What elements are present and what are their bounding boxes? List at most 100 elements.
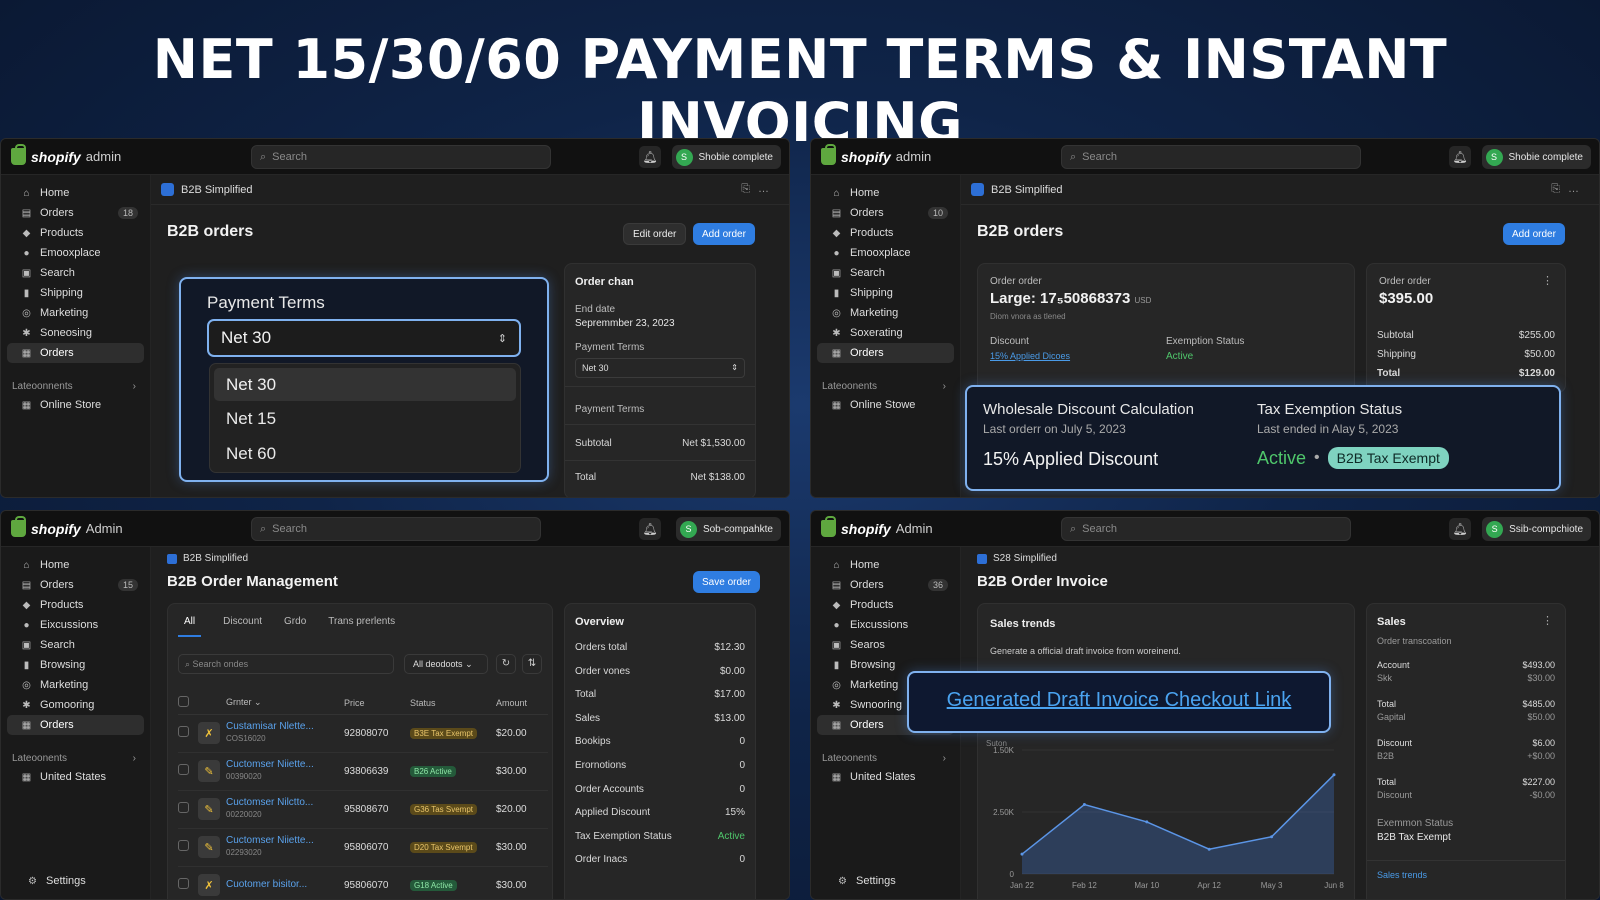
sidebar-item-search[interactable]: ▣ Search bbox=[7, 635, 144, 655]
sidebar-item-gomooring[interactable]: ✱ Gomooring bbox=[7, 695, 144, 715]
shopify-logo[interactable]: shopify admin bbox=[821, 144, 931, 165]
sidebar-item-products[interactable]: ◆ Products bbox=[817, 223, 954, 243]
sidebar-item-products[interactable]: ◆ Products bbox=[7, 595, 144, 615]
bell-icon[interactable]: 🔔︎ bbox=[639, 146, 661, 168]
sales-trends-link[interactable]: Sales trends bbox=[1377, 870, 1427, 880]
sidebar-item-eixcussions[interactable]: ● Eixcussions bbox=[7, 615, 144, 635]
customer-link[interactable]: Cuotomer bisitor... bbox=[226, 879, 344, 891]
sidebar-item-orders[interactable]: ▦ Orders bbox=[817, 343, 954, 363]
sidebar-item-emooxplace[interactable]: ● Emooxplace bbox=[817, 243, 954, 263]
sidebar-item-orders[interactable]: ▦ Orders bbox=[7, 343, 144, 363]
search-orders-input[interactable]: ⌕ Search ondes bbox=[178, 654, 394, 674]
edit-order-button[interactable]: Edit order bbox=[623, 223, 687, 245]
search-input[interactable]: ⌕ Search bbox=[1061, 145, 1361, 169]
search-input[interactable]: ⌕ Search bbox=[251, 145, 551, 169]
customer-link[interactable]: Cuctomser Niiette... 00390020 bbox=[226, 759, 344, 783]
sidebar-item-channel[interactable]: ▦ Online Store bbox=[7, 395, 144, 415]
kebab-menu-icon[interactable]: ⋮ bbox=[1542, 614, 1553, 627]
shopify-logo[interactable]: shopify Admin bbox=[11, 516, 123, 537]
sidebar-item-orders[interactable]: ▤ Orders 18 bbox=[7, 203, 144, 223]
dropdown-option[interactable]: Net 15 bbox=[214, 401, 516, 436]
column-header[interactable]: Price bbox=[344, 692, 410, 715]
settings-item[interactable]: ⚙ Settings bbox=[823, 871, 896, 891]
sidebar-item-products[interactable]: ◆ Products bbox=[817, 595, 954, 615]
payment-terms-select[interactable]: Net 30 ⇕ bbox=[207, 319, 521, 357]
settings-item[interactable]: ⚙ Settings bbox=[13, 871, 86, 891]
dropdown-option[interactable]: Net 60 bbox=[214, 436, 516, 471]
sidebar-item-marketing[interactable]: ◎ Marketing bbox=[7, 675, 144, 695]
sidebar-section-header[interactable]: Lateoonents › bbox=[811, 749, 960, 767]
column-header[interactable]: Status bbox=[410, 692, 496, 715]
sidebar-item-orders[interactable]: ▤ Orders 15 bbox=[7, 575, 144, 595]
sidebar-item-home[interactable]: ⌂ Home bbox=[7, 555, 144, 575]
discount-link[interactable]: 15% Applied Dicoes bbox=[990, 351, 1070, 361]
table-row[interactable]: ✎ Cuctomser Niiette... 02293020 95806070 D20… bbox=[178, 828, 548, 867]
table-row[interactable]: ✎ Cuctomser Nilctto... 00220020 95808670 G36… bbox=[178, 790, 548, 829]
store-menu[interactable]: S Shobie complete bbox=[671, 145, 781, 169]
sort-icon[interactable]: ⇅ bbox=[522, 654, 542, 674]
sidebar-item-search[interactable]: ▣ Search bbox=[817, 263, 954, 283]
sidebar-item-marketing[interactable]: ◎ Marketing bbox=[7, 303, 144, 323]
customer-link[interactable]: Custamisar Nlette... COS16020 bbox=[226, 721, 344, 745]
bell-icon[interactable]: 🔔︎ bbox=[1449, 518, 1471, 540]
add-order-button[interactable]: Add order bbox=[693, 223, 755, 245]
store-menu[interactable]: S Shobie complete bbox=[1481, 145, 1591, 169]
table-row[interactable]: ✎ Cuctomser Niiette... 00390020 93806639 B26… bbox=[178, 752, 548, 791]
sidebar-section-header[interactable]: Lateoonents › bbox=[811, 377, 960, 395]
sidebar-item-channel[interactable]: ▦ United Slates bbox=[817, 767, 954, 787]
row-checkbox[interactable] bbox=[178, 764, 189, 775]
sidebar-item-eixcussions[interactable]: ● Eixcussions bbox=[817, 615, 954, 635]
search-input[interactable]: ⌕ Search bbox=[1061, 517, 1351, 541]
sidebar-item-home[interactable]: ⌂ Home bbox=[7, 183, 144, 203]
shopify-logo[interactable]: shopify Admin bbox=[821, 516, 933, 537]
tab-grdo[interactable]: Grdo bbox=[284, 616, 306, 637]
sidebar-item-browsing[interactable]: ▮ Browsing bbox=[7, 655, 144, 675]
tab-all[interactable]: All bbox=[178, 616, 202, 637]
select-all-checkbox[interactable] bbox=[178, 696, 189, 708]
sidebar-section-header[interactable]: Lateoonnents › bbox=[1, 377, 150, 395]
kebab-menu-icon[interactable]: ⋮ bbox=[1542, 274, 1553, 287]
sidebar-section-header[interactable]: Lateoonents › bbox=[1, 749, 150, 767]
draft-invoice-checkout-link[interactable]: Generated Draft Invoice Checkout Link bbox=[909, 689, 1329, 712]
sidebar-item-orders[interactable]: ▦ Orders bbox=[7, 715, 144, 735]
more-actions-icon[interactable]: ⎘… bbox=[741, 183, 777, 196]
sidebar-item-shipping[interactable]: ▮ Shipping bbox=[817, 283, 954, 303]
row-checkbox[interactable] bbox=[178, 726, 189, 737]
shopify-logo[interactable]: shopify admin bbox=[11, 144, 121, 165]
column-header[interactable]: Amount bbox=[496, 692, 548, 715]
terms-select[interactable]: Net 30 ⇕ bbox=[575, 358, 745, 378]
sidebar-item-searos[interactable]: ▣ Searos bbox=[817, 635, 954, 655]
sidebar-item-emooxplace[interactable]: ● Emooxplace bbox=[7, 243, 144, 263]
search-input[interactable]: ⌕ Search bbox=[251, 517, 541, 541]
customer-link[interactable]: Cuctomser Niiette... 02293020 bbox=[226, 835, 344, 859]
sidebar-item-soxerating[interactable]: ✱ Soxerating bbox=[817, 323, 954, 343]
add-order-button[interactable]: Add order bbox=[1503, 223, 1565, 245]
sidebar-item-shipping[interactable]: ▮ Shipping bbox=[7, 283, 144, 303]
sidebar-item-home[interactable]: ⌂ Home bbox=[817, 555, 954, 575]
save-order-button[interactable]: Save order bbox=[693, 571, 760, 593]
sidebar-item-products[interactable]: ◆ Products bbox=[7, 223, 144, 243]
sidebar-item-soneosing[interactable]: ✱ Soneosing bbox=[7, 323, 144, 343]
filter-dropdown[interactable]: All deodoots ⌄ bbox=[404, 654, 488, 674]
dropdown-option[interactable]: Net 30 bbox=[214, 368, 516, 401]
sidebar-item-orders[interactable]: ▤ Orders 36 bbox=[817, 575, 954, 595]
table-row[interactable]: ✗ Custamisar Nlette... COS16020 92808070 B3E… bbox=[178, 714, 548, 753]
row-checkbox[interactable] bbox=[178, 878, 189, 889]
sidebar-item-marketing[interactable]: ◎ Marketing bbox=[817, 303, 954, 323]
tab-discount[interactable]: Discount bbox=[223, 616, 262, 637]
row-checkbox[interactable] bbox=[178, 840, 189, 851]
store-menu[interactable]: S Sob-compahkte bbox=[675, 517, 781, 541]
sidebar-item-search[interactable]: ▣ Search bbox=[7, 263, 144, 283]
more-actions-icon[interactable]: ⎘… bbox=[1551, 183, 1587, 196]
store-menu[interactable]: S Ssib-compchiote bbox=[1482, 517, 1591, 541]
refresh-icon[interactable]: ↻ bbox=[496, 654, 516, 674]
sidebar-item-orders[interactable]: ▤ Orders 10 bbox=[817, 203, 954, 223]
tab-trans[interactable]: Trans prerlents bbox=[328, 616, 395, 637]
bell-icon[interactable]: 🔔︎ bbox=[1449, 146, 1471, 168]
customer-link[interactable]: Cuctomser Nilctto... 00220020 bbox=[226, 797, 344, 821]
column-header[interactable]: Grnter ⌄ bbox=[226, 692, 344, 715]
sidebar-item-home[interactable]: ⌂ Home bbox=[817, 183, 954, 203]
row-checkbox[interactable] bbox=[178, 802, 189, 813]
sidebar-item-channel[interactable]: ▦ Online Stowe bbox=[817, 395, 954, 415]
bell-icon[interactable]: 🔔︎ bbox=[639, 518, 661, 540]
